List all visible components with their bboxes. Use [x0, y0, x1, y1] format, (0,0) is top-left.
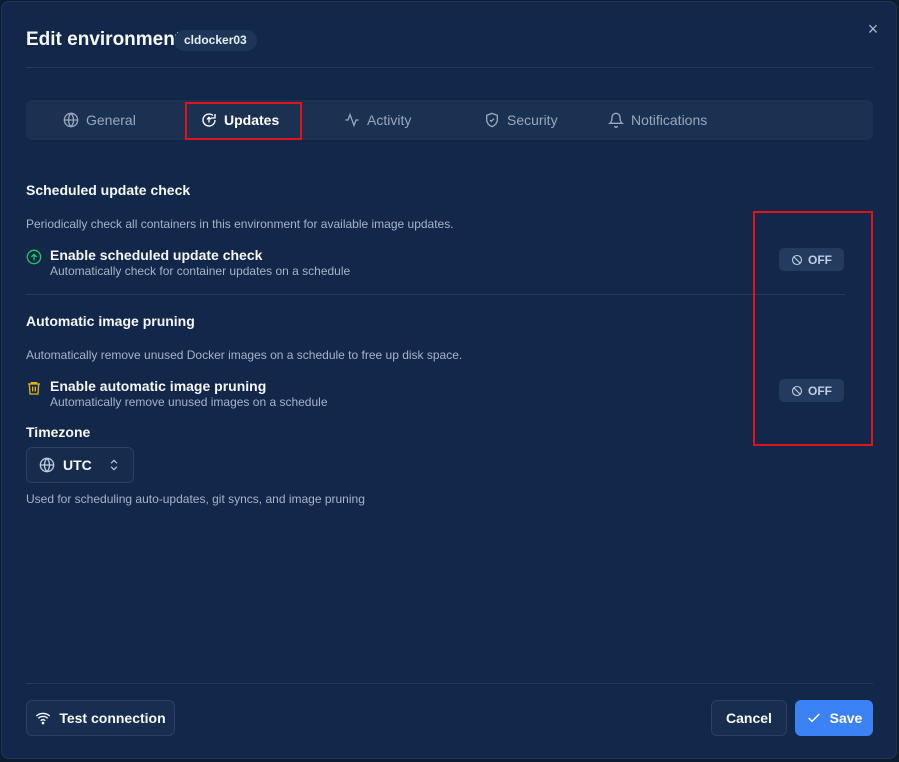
tab-label: Notifications [631, 112, 708, 128]
cancel-button[interactable]: Cancel [711, 700, 787, 736]
button-label: Cancel [726, 710, 772, 726]
edit-environment-dialog: Edit environment cldocker03 × General Up… [1, 1, 897, 759]
section-title: Automatic image pruning [26, 313, 195, 329]
tab-notifications[interactable]: Notifications [608, 100, 707, 140]
circle-arrow-up-icon [26, 249, 42, 265]
setting-description: Automatically remove unused images on a … [50, 395, 328, 409]
tab-security[interactable]: Security [484, 100, 558, 140]
tab-label: General [86, 112, 136, 128]
setting-label: Enable scheduled update check [50, 247, 263, 263]
setting-description: Automatically check for container update… [50, 264, 351, 278]
section-title: Scheduled update check [26, 182, 191, 198]
globe-icon [39, 457, 55, 473]
bell-icon [608, 112, 624, 128]
close-icon: × [867, 19, 879, 39]
tab-label: Activity [367, 112, 412, 128]
test-connection-button[interactable]: Test connection [26, 700, 175, 736]
timezone-help: Used for scheduling auto-updates, git sy… [26, 492, 365, 506]
off-icon [791, 254, 803, 265]
update-icon [202, 113, 216, 127]
check-icon [807, 713, 820, 723]
button-label: Save [829, 710, 863, 726]
dialog-title: Edit environment [26, 29, 182, 50]
wifi-icon [36, 712, 51, 725]
timezone-label: Timezone [26, 424, 91, 440]
tab-bar: General Updates Activity Security Notifi… [26, 100, 873, 140]
header-divider [26, 67, 873, 68]
environment-badge: cldocker03 [174, 30, 257, 51]
section-description: Periodically check all containers in thi… [26, 217, 454, 231]
timezone-value: UTC [63, 457, 92, 473]
chevron-up-down-icon [110, 459, 118, 471]
shield-icon [486, 112, 498, 128]
tab-general[interactable]: General [63, 100, 136, 140]
scheduled-update-toggle[interactable]: OFF [779, 248, 844, 271]
activity-icon [345, 112, 359, 128]
close-button[interactable]: × [864, 20, 882, 38]
tab-activity[interactable]: Activity [344, 100, 411, 140]
toggle-state: OFF [808, 252, 832, 267]
button-label: Test connection [59, 710, 166, 726]
globe-icon [63, 112, 79, 128]
annotation-highlight-box [753, 211, 873, 446]
section-divider [26, 294, 845, 295]
setting-label: Enable automatic image pruning [50, 378, 267, 394]
save-button[interactable]: Save [795, 700, 873, 736]
image-pruning-toggle[interactable]: OFF [779, 379, 844, 402]
tab-label: Security [507, 112, 558, 128]
timezone-select[interactable]: UTC [26, 447, 134, 483]
tab-label: Updates [224, 112, 280, 128]
footer-divider [26, 683, 873, 684]
trash-icon [28, 382, 40, 395]
off-icon [791, 385, 803, 396]
tab-updates[interactable]: Updates [201, 100, 279, 140]
section-description: Automatically remove unused Docker image… [26, 348, 463, 362]
toggle-state: OFF [808, 383, 832, 398]
